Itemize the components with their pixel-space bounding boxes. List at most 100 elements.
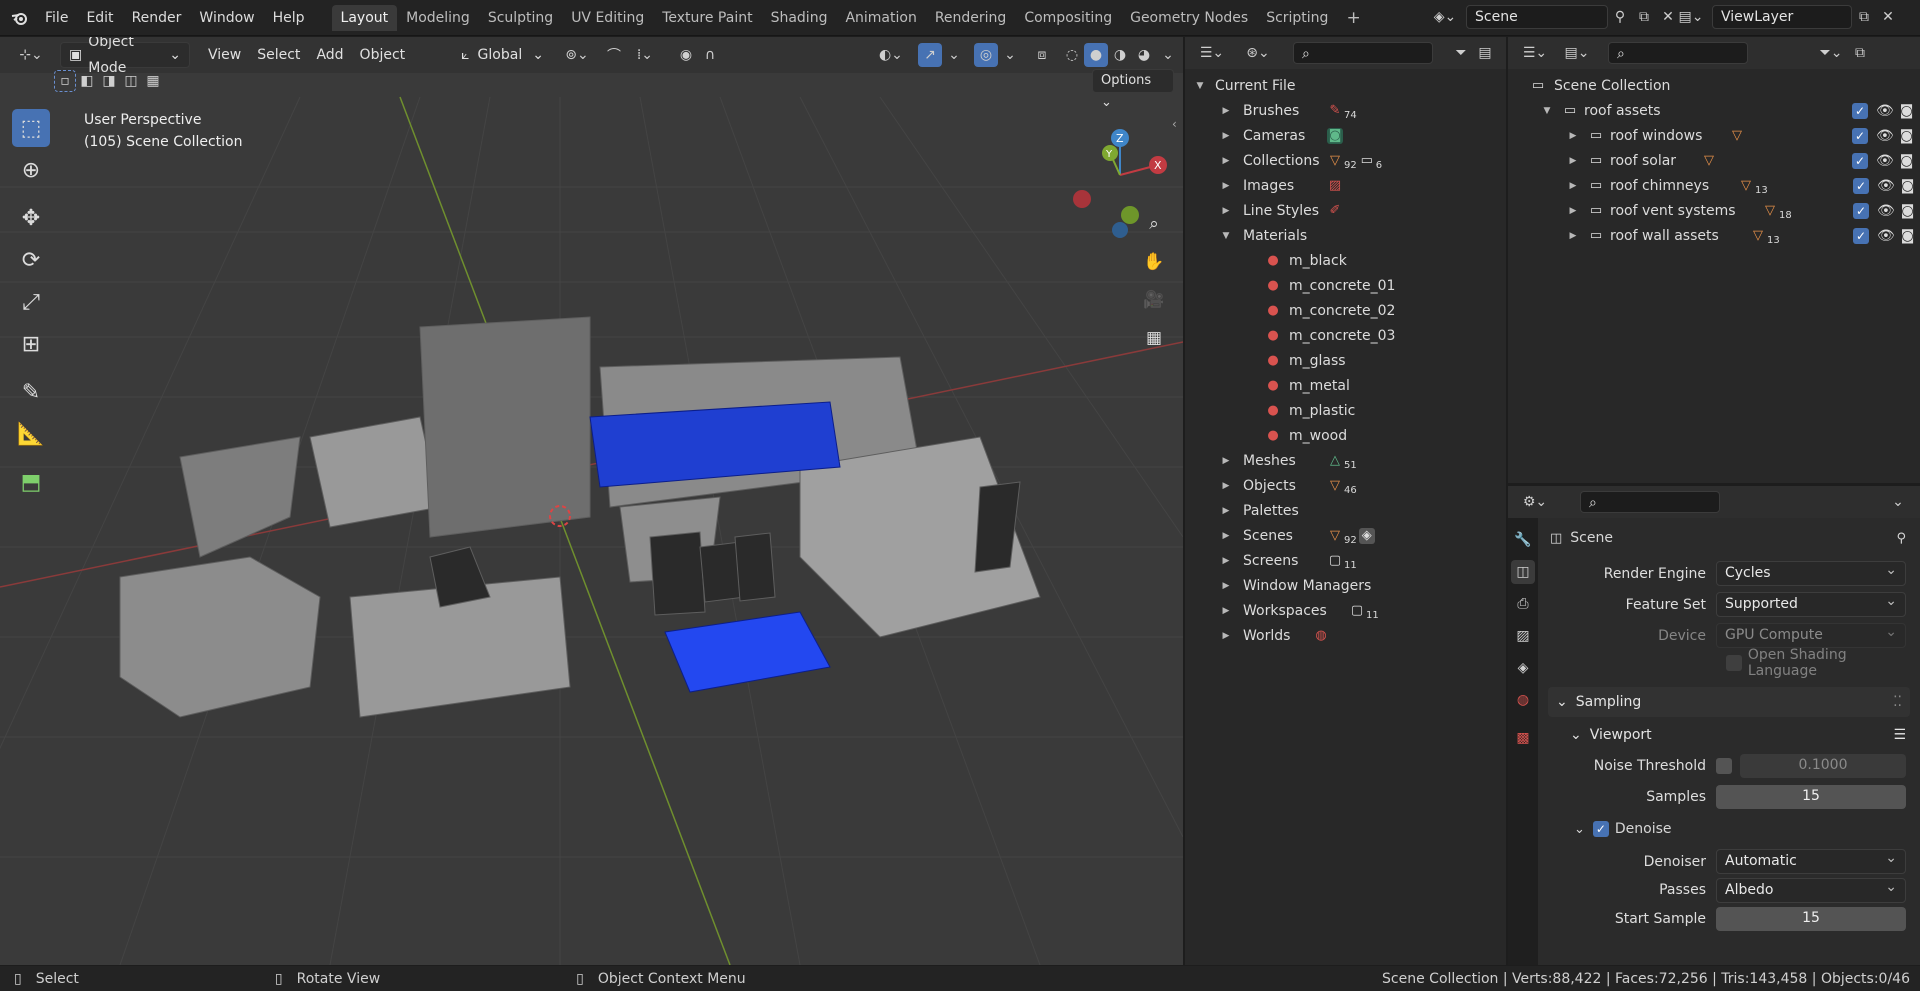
denoise-subpanel-header[interactable]: ⌄ ✓ Denoise	[1574, 812, 1920, 846]
transform-tool-icon[interactable]: ⊞	[12, 325, 50, 363]
menu-select[interactable]: Select	[249, 42, 308, 68]
collapse-triangle-icon[interactable]: ▶	[1219, 606, 1233, 616]
collapse-triangle-icon[interactable]: ▶	[1219, 581, 1233, 591]
eye-icon[interactable]: 👁	[1877, 178, 1895, 194]
render-camera-icon[interactable]: ◙	[1900, 103, 1914, 119]
menu-edit[interactable]: Edit	[77, 0, 122, 36]
menu-help[interactable]: Help	[264, 0, 314, 36]
material-row[interactable]: ● m_concrete_03	[1185, 323, 1506, 348]
snap-target-icon[interactable]: ⁞⌄	[626, 43, 664, 67]
render-camera-icon[interactable]: ◙	[1901, 228, 1915, 244]
feature-set-dropdown[interactable]: Supported	[1716, 590, 1906, 617]
scene-name-field[interactable]: Scene	[1466, 5, 1608, 29]
samples-field[interactable]: 15	[1716, 784, 1906, 809]
material-row[interactable]: ● m_plastic	[1185, 398, 1506, 423]
tab-shading[interactable]: Shading	[762, 5, 837, 31]
collapse-triangle-icon[interactable]: ▶	[1219, 531, 1233, 541]
new-view-layer-icon[interactable]: ⧉	[1852, 5, 1876, 29]
view-layer-tab-icon[interactable]: ▨	[1511, 624, 1535, 648]
tree-item-window-managers[interactable]: ▶ Window Managers	[1185, 573, 1506, 598]
collapse-triangle-icon[interactable]: ▶	[1566, 131, 1580, 141]
collection-row-roof-assets[interactable]: ▼ ▭ roof assets ✓ 👁 ◙	[1508, 98, 1920, 123]
select-invert-icon[interactable]: ◫	[120, 70, 142, 92]
output-tab-icon[interactable]: ⎙	[1511, 592, 1535, 616]
presets-list-icon[interactable]: ☰	[1893, 727, 1906, 743]
exclude-checkbox[interactable]: ✓	[1853, 227, 1869, 244]
transform-orientation-selector[interactable]: ⟀ Global ⌄	[453, 42, 552, 68]
denoiser-dropdown[interactable]: Automatic	[1716, 847, 1906, 874]
tool-tab-icon[interactable]: 🔧	[1511, 528, 1535, 552]
xray-icon[interactable]: ⧈	[1030, 43, 1054, 67]
render-camera-icon[interactable]: ◙	[1901, 178, 1915, 194]
solid-shading-icon[interactable]: ●	[1083, 43, 1108, 67]
visibility-icon[interactable]: ◐⌄	[872, 43, 910, 67]
view-layer-icon[interactable]: ▤⌄	[1674, 5, 1708, 29]
editor-type-icon[interactable]: ☰⌄	[1195, 41, 1229, 65]
measure-tool-icon[interactable]: 📐	[12, 415, 50, 453]
display-mode-icon[interactable]: ⊛⌄	[1239, 41, 1277, 65]
perspective-grid-icon[interactable]: ▦	[1139, 323, 1169, 353]
proportional-edit-icon[interactable]: ◉	[674, 43, 698, 67]
outliner-search-input[interactable]: ⌕	[1293, 42, 1433, 64]
view-layer-field[interactable]: ViewLayer	[1712, 5, 1852, 29]
collapse-triangle-icon[interactable]: ▶	[1566, 181, 1580, 191]
exclude-checkbox[interactable]: ✓	[1852, 102, 1868, 119]
tree-item-palettes[interactable]: ▶ Palettes	[1185, 498, 1506, 523]
select-extend-icon[interactable]: ◧	[76, 70, 98, 92]
collapse-triangle-icon[interactable]: ▶	[1566, 206, 1580, 216]
drag-handle-icon[interactable]: ⁚⁚	[1893, 694, 1902, 710]
pin-icon[interactable]: ⚲	[1608, 5, 1632, 29]
collapse-triangle-icon[interactable]: ▶	[1219, 631, 1233, 641]
render-camera-icon[interactable]: ◙	[1900, 153, 1914, 169]
menu-render[interactable]: Render	[123, 0, 191, 36]
cursor-tool-icon[interactable]: ⊕	[12, 151, 50, 189]
annotate-tool-icon[interactable]: ✎	[12, 373, 50, 411]
overlay-toggle-icon[interactable]: ◎	[973, 43, 998, 67]
filter-icon[interactable]: ⏷⌄	[1814, 41, 1848, 65]
snap-icon[interactable]: ⌒	[602, 43, 626, 67]
outliner-search-input[interactable]: ⌕	[1608, 42, 1748, 64]
collapse-triangle-icon[interactable]: ▶	[1219, 481, 1233, 491]
collapse-triangle-icon[interactable]: ▶	[1566, 156, 1580, 166]
filter-icon[interactable]: ⏷	[1449, 41, 1473, 65]
wireframe-shading-icon[interactable]: ◌	[1060, 43, 1084, 67]
tab-compositing[interactable]: Compositing	[1015, 5, 1121, 31]
collection-row-roof-wall-assets[interactable]: ▶ ▭ roof wall assets ▽ 13 ✓ 👁 ◙	[1508, 223, 1920, 248]
render-camera-icon[interactable]: ◙	[1900, 128, 1914, 144]
blender-logo-icon[interactable]	[8, 6, 32, 30]
scene-collection-row[interactable]: ▭ Scene Collection	[1508, 73, 1920, 98]
tree-item-screens[interactable]: ▶ Screens ▢ 11	[1185, 548, 1506, 573]
tab-uv-editing[interactable]: UV Editing	[562, 5, 653, 31]
denoise-checkbox[interactable]: ✓	[1592, 821, 1609, 837]
texture-tab-icon[interactable]: ▩	[1511, 726, 1535, 750]
collection-row-roof-vent-systems[interactable]: ▶ ▭ roof vent systems ▽ 18 ✓ 👁 ◙	[1508, 198, 1920, 223]
sidebar-toggle-icon[interactable]: ‹	[1172, 117, 1177, 131]
material-row[interactable]: ● m_wood	[1185, 423, 1506, 448]
tab-modeling[interactable]: Modeling	[397, 5, 479, 31]
collapse-triangle-icon[interactable]: ▶	[1219, 106, 1233, 116]
overlay-dropdown-icon[interactable]: ⌄	[998, 43, 1022, 67]
collapse-triangle-icon[interactable]: ▶	[1219, 506, 1233, 516]
exclude-checkbox[interactable]: ✓	[1853, 177, 1869, 194]
material-shading-icon[interactable]: ◑	[1108, 43, 1132, 67]
tree-item-meshes[interactable]: ▶ Meshes △ 51	[1185, 448, 1506, 473]
tree-item-objects[interactable]: ▶ Objects ▽ 46	[1185, 473, 1506, 498]
start-sample-field[interactable]: 15	[1716, 906, 1906, 931]
collapse-triangle-icon[interactable]: ▶	[1219, 456, 1233, 466]
menu-object[interactable]: Object	[352, 42, 414, 68]
select-box-tool-icon[interactable]: ⬚	[12, 109, 50, 147]
render-camera-icon[interactable]: ◙	[1901, 203, 1915, 219]
properties-search-input[interactable]: ⌕	[1580, 491, 1720, 513]
mode-selector[interactable]: ▣ Object Mode ⌄	[60, 37, 190, 76]
exclude-checkbox[interactable]: ✓	[1853, 202, 1869, 219]
tab-sculpting[interactable]: Sculpting	[479, 5, 562, 31]
3d-viewport[interactable]: ⊹⌄ ▣ Object Mode ⌄ View Select Add Object…	[0, 37, 1183, 965]
rotate-tool-icon[interactable]: ⟳	[12, 241, 50, 279]
expand-triangle-icon[interactable]: ▼	[1219, 231, 1233, 241]
tree-item-workspaces[interactable]: ▶ Workspaces ▢ 11	[1185, 598, 1506, 623]
tree-item-images[interactable]: ▶ Images ▨	[1185, 173, 1506, 198]
menu-view[interactable]: View	[200, 42, 249, 68]
material-row[interactable]: ● m_metal	[1185, 373, 1506, 398]
tab-scripting[interactable]: Scripting	[1257, 5, 1337, 31]
tree-item-brushes[interactable]: ▶ Brushes ✎ 74	[1185, 98, 1506, 123]
